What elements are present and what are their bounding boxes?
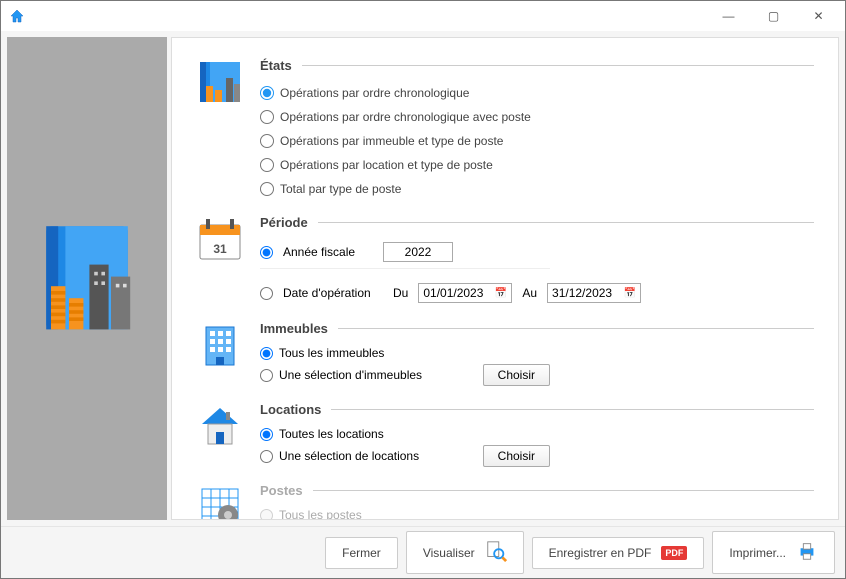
content-area: États Opérations par ordre chronologique…	[1, 31, 845, 526]
section-locations: Locations Toutes les locations Une sélec…	[196, 402, 814, 471]
immeubles-all-label[interactable]: Tous les immeubles	[279, 346, 384, 360]
printer-icon	[796, 540, 818, 565]
calendar-icon: 31	[196, 215, 244, 266]
au-label: Au	[522, 286, 537, 300]
etats-label-0[interactable]: Opérations par ordre chronologique	[280, 86, 469, 100]
date-du-input[interactable]: 01/01/2023📅	[418, 283, 512, 303]
enregistrer-pdf-button[interactable]: Enregistrer en PDF PDF	[532, 537, 705, 569]
immeubles-sel-label[interactable]: Une sélection d'immeubles	[279, 368, 422, 382]
periode-legend: Période	[260, 215, 318, 230]
section-periode: 31 Période Année fiscale 2022 Date	[196, 215, 814, 309]
postes-fieldset: Postes Tous les postes Une sélection de …	[260, 483, 814, 520]
bottom-bar: Fermer Visualiser Enregistrer en PDF PDF…	[1, 526, 845, 578]
house-icon	[196, 402, 244, 453]
etats-radio-1[interactable]	[260, 110, 274, 124]
date-au-input[interactable]: 31/12/2023📅	[547, 283, 641, 303]
etats-label-3[interactable]: Opérations par location et type de poste	[280, 158, 493, 172]
immeubles-fieldset: Immeubles Tous les immeubles Une sélecti…	[260, 321, 814, 390]
calendar-picker-icon[interactable]: 📅	[624, 288, 636, 299]
periode-fieldset: Période Année fiscale 2022 Date d'opérat…	[260, 215, 814, 309]
imprimer-button[interactable]: Imprimer...	[712, 531, 835, 574]
etats-legend: États	[260, 58, 302, 73]
ledger-icon	[196, 58, 244, 109]
svg-text:31: 31	[213, 242, 227, 256]
etats-radio-4[interactable]	[260, 182, 274, 196]
immeubles-choisir-button[interactable]: Choisir	[483, 364, 550, 386]
close-button[interactable]: ✕	[796, 1, 841, 31]
periode-radio-dateop[interactable]	[260, 287, 273, 300]
postes-legend: Postes	[260, 483, 313, 498]
periode-dateop-label[interactable]: Date d'opération	[283, 286, 383, 300]
postes-radio-all	[260, 509, 273, 521]
periode-annee-label[interactable]: Année fiscale	[283, 245, 373, 259]
main-panel: États Opérations par ordre chronologique…	[171, 37, 839, 520]
locations-sel-label[interactable]: Une sélection de locations	[279, 449, 419, 463]
locations-fieldset: Locations Toutes les locations Une sélec…	[260, 402, 814, 471]
locations-radio-all[interactable]	[260, 428, 273, 441]
app-window: — ▢ ✕	[0, 0, 846, 579]
section-postes: Postes Tous les postes Une sélection de …	[196, 483, 814, 520]
immeubles-radio-all[interactable]	[260, 347, 273, 360]
periode-radio-annee[interactable]	[260, 246, 273, 259]
postes-all-label: Tous les postes	[279, 508, 362, 520]
section-immeubles: Immeubles Tous les immeubles Une sélecti…	[196, 321, 814, 390]
section-etats: États Opérations par ordre chronologique…	[196, 58, 814, 203]
etats-fieldset: États Opérations par ordre chronologique…	[260, 58, 814, 203]
du-label: Du	[393, 286, 408, 300]
minimize-button[interactable]: —	[706, 1, 751, 31]
immeubles-legend: Immeubles	[260, 321, 338, 336]
locations-radio-sel[interactable]	[260, 450, 273, 463]
calendar-picker-icon[interactable]: 📅	[495, 288, 507, 299]
etats-label-2[interactable]: Opérations par immeuble et type de poste	[280, 134, 503, 148]
etats-label-4[interactable]: Total par type de poste	[280, 182, 401, 196]
grid-gear-icon	[196, 483, 244, 520]
titlebar: — ▢ ✕	[1, 1, 845, 31]
ledger-coins-icon	[27, 219, 147, 339]
locations-choisir-button[interactable]: Choisir	[483, 445, 550, 467]
sidebar-illustration	[7, 37, 167, 520]
fermer-button[interactable]: Fermer	[325, 537, 398, 569]
immeubles-radio-sel[interactable]	[260, 369, 273, 382]
locations-all-label[interactable]: Toutes les locations	[279, 427, 384, 441]
building-icon	[196, 321, 244, 372]
home-icon	[9, 8, 25, 24]
annee-input[interactable]: 2022	[383, 242, 453, 262]
visualiser-button[interactable]: Visualiser	[406, 531, 524, 574]
etats-radio-0[interactable]	[260, 86, 274, 100]
maximize-button[interactable]: ▢	[751, 1, 796, 31]
pdf-icon: PDF	[661, 546, 687, 560]
locations-legend: Locations	[260, 402, 331, 417]
etats-label-1[interactable]: Opérations par ordre chronologique avec …	[280, 110, 531, 124]
etats-radio-3[interactable]	[260, 158, 274, 172]
magnifier-page-icon	[485, 540, 507, 565]
etats-radio-2[interactable]	[260, 134, 274, 148]
